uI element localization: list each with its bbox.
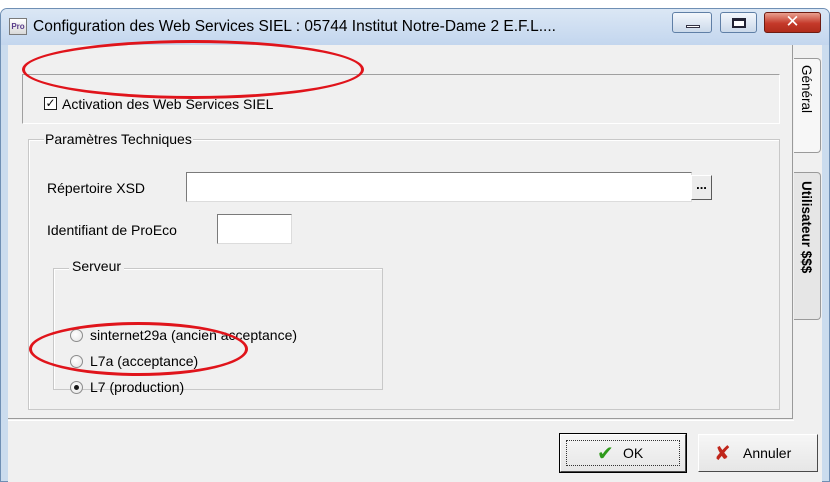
proeco-id-label: Identifiant de ProEco [47, 222, 177, 238]
window-title: Configuration des Web Services SIEL : 05… [33, 18, 556, 35]
dialog-window: Pro Configuration des Web Services SIEL … [0, 8, 830, 482]
tab-general-label: Général [799, 65, 814, 114]
cancel-button[interactable]: ✘ Annuler [698, 434, 818, 472]
app-icon: Pro [9, 18, 27, 35]
close-button[interactable]: ✕ [764, 12, 821, 33]
maximize-icon [732, 18, 746, 28]
xsd-directory-input[interactable] [186, 172, 692, 202]
minimize-icon [686, 25, 700, 28]
checkmark-icon: ✔ [597, 441, 614, 465]
cancel-label: Annuler [743, 445, 792, 461]
close-icon: ✕ [785, 12, 800, 32]
radio-button[interactable] [70, 355, 83, 368]
dialog-client-area: ✓ Activation des Web Services SIEL Param… [8, 45, 822, 482]
technical-params-legend: Paramètres Techniques [44, 131, 193, 147]
maximize-button[interactable] [720, 12, 757, 33]
tab-panel-general: ✓ Activation des Web Services SIEL Param… [8, 45, 793, 419]
xsd-directory-label: Répertoire XSD [47, 180, 146, 196]
radio-button[interactable] [70, 329, 83, 342]
minimize-button[interactable] [672, 12, 712, 33]
radio-button-selected[interactable] [70, 381, 83, 394]
tab-utilisateur-label: Utilisateur $$$ [799, 181, 814, 274]
title-bar[interactable]: Pro Configuration des Web Services SIEL … [1, 9, 829, 45]
ok-button[interactable]: ✔ OK [559, 433, 687, 473]
proeco-id-input[interactable] [217, 214, 292, 244]
activation-label[interactable]: Activation des Web Services SIEL [62, 96, 273, 112]
radio-label: L7a (acceptance) [90, 353, 199, 369]
tab-utilisateur[interactable]: Utilisateur $$$ [794, 172, 821, 320]
radio-label: sinternet29a (ancien acceptance) [90, 327, 298, 343]
tab-general[interactable]: Général [794, 58, 821, 153]
browse-button[interactable]: ... [691, 175, 712, 200]
server-legend: Serveur [69, 258, 125, 274]
ok-label: OK [623, 445, 644, 461]
activation-checkbox[interactable]: ✓ [44, 97, 57, 110]
radio-label: L7 (production) [90, 379, 185, 395]
footer-separator [8, 420, 794, 421]
cross-icon: ✘ [714, 441, 731, 465]
